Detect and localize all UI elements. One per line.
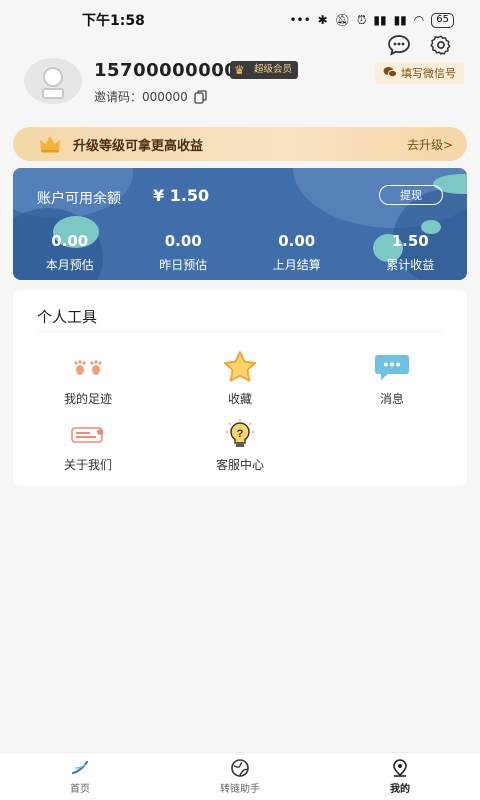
upgrade-link[interactable]: 去升级> <box>407 136 453 153</box>
personal-tools-card: 个人工具 我的足迹 收藏 消息 关于我们 ? 客服中心 <box>13 290 467 486</box>
upgrade-banner[interactable]: 升级等级可拿更高收益 去升级> <box>13 127 467 161</box>
tool-favorites[interactable]: 收藏 <box>175 350 305 407</box>
battery-icon: 65 <box>431 12 454 28</box>
tool-about-us[interactable]: 关于我们 <box>23 420 153 473</box>
bottom-tab-bar: 首页 转链助手 我的 <box>0 752 480 800</box>
tab-home[interactable]: 首页 <box>0 753 160 800</box>
crown-icon <box>39 135 61 153</box>
location-pin-icon <box>390 758 410 778</box>
vip-badge-label: 超级会员 <box>254 64 293 75</box>
signal-icon: ▮▮ <box>373 13 387 27</box>
globe-icon <box>230 758 250 778</box>
svg-text:?: ? <box>237 428 244 440</box>
vip-badge: ♛ 超级会员 <box>230 61 299 79</box>
tab-label: 我的 <box>390 784 410 795</box>
stat-this-month[interactable]: 0.00 本月预估 <box>13 232 127 273</box>
more-dots-icon: ••• <box>289 13 311 27</box>
stat-value: 0.00 <box>51 232 89 250</box>
fill-wechat-button[interactable]: 填写微信号 <box>375 62 464 84</box>
alarm-icon: ⏰︎ <box>356 12 367 27</box>
earnings-stats: 0.00 本月预估 0.00 昨日预估 0.00 上月结算 1.50 累计收益 <box>13 232 467 273</box>
invite-code: 邀请码：000000 <box>94 90 188 104</box>
star-icon <box>175 350 305 384</box>
tab-link-helper[interactable]: 转链助手 <box>160 753 320 800</box>
stat-value: 0.00 <box>278 232 316 250</box>
tool-footprint[interactable]: 我的足迹 <box>23 354 153 407</box>
tab-label: 转链助手 <box>220 784 260 795</box>
tools-title: 个人工具 <box>37 308 98 326</box>
wifi-icon: ◠ <box>413 13 425 27</box>
tool-label: 消息 <box>379 392 404 406</box>
withdraw-button[interactable]: 提现 <box>379 185 443 205</box>
tool-messages[interactable]: 消息 <box>327 350 457 407</box>
user-phone: 15700000000 <box>94 60 238 81</box>
crown-icon: ♛ <box>234 63 245 77</box>
tab-mine[interactable]: 我的 <box>320 753 480 800</box>
help-bulb-icon: ? <box>175 418 305 450</box>
status-icons: ••• ✱ 🔕︎ ⏰︎ ▮▮ ▮▮ ◠ 65 <box>289 12 454 28</box>
chat-bubble-icon <box>327 350 457 384</box>
upgrade-text: 升级等级可拿更高收益 <box>73 138 204 154</box>
bluetooth-icon: ✱ <box>317 13 328 27</box>
signal-icon-2: ▮▮ <box>393 13 407 27</box>
divider <box>37 331 443 332</box>
balance-card: 账户可用余额 ¥ 1.50 提现 0.00 本月预估 0.00 昨日预估 0.0… <box>13 168 467 280</box>
tool-label: 我的足迹 <box>63 392 112 406</box>
avatar[interactable] <box>24 58 82 104</box>
tool-customer-service[interactable]: ? 客服中心 <box>175 418 305 473</box>
invite-code-row: 邀请码：000000 <box>94 88 208 105</box>
tool-label: 客服中心 <box>215 458 264 472</box>
stat-label: 本月预估 <box>45 258 94 272</box>
copy-icon[interactable] <box>194 89 208 104</box>
settings-gear-icon[interactable] <box>428 32 454 58</box>
tool-label: 收藏 <box>227 392 252 406</box>
stat-label: 累计收益 <box>386 258 435 272</box>
stat-value: 0.00 <box>164 232 202 250</box>
profile-header: 15700000000 ♛ 超级会员 邀请码：000000 填写微信号 <box>24 58 464 108</box>
mute-icon: 🔕︎ <box>334 13 350 27</box>
balance-amount: ¥ 1.50 <box>153 186 210 205</box>
tab-label: 首页 <box>70 784 90 795</box>
tool-label: 关于我们 <box>63 458 112 472</box>
home-icon <box>70 758 90 778</box>
stat-last-month[interactable]: 0.00 上月结算 <box>240 232 354 273</box>
message-icon[interactable] <box>386 32 412 58</box>
status-time: 下午1:58 <box>82 13 145 29</box>
top-actions <box>386 32 454 58</box>
fill-wechat-label: 填写微信号 <box>401 67 456 80</box>
stat-label: 昨日预估 <box>159 258 208 272</box>
footprint-icon <box>23 354 153 384</box>
wechat-icon <box>383 66 397 81</box>
stat-value: 1.50 <box>391 232 429 250</box>
stat-total[interactable]: 1.50 累计收益 <box>354 232 468 273</box>
stat-label: 上月结算 <box>272 258 321 272</box>
about-us-icon <box>23 420 153 450</box>
balance-label: 账户可用余额 <box>37 191 121 207</box>
stat-yesterday[interactable]: 0.00 昨日预估 <box>127 232 241 273</box>
